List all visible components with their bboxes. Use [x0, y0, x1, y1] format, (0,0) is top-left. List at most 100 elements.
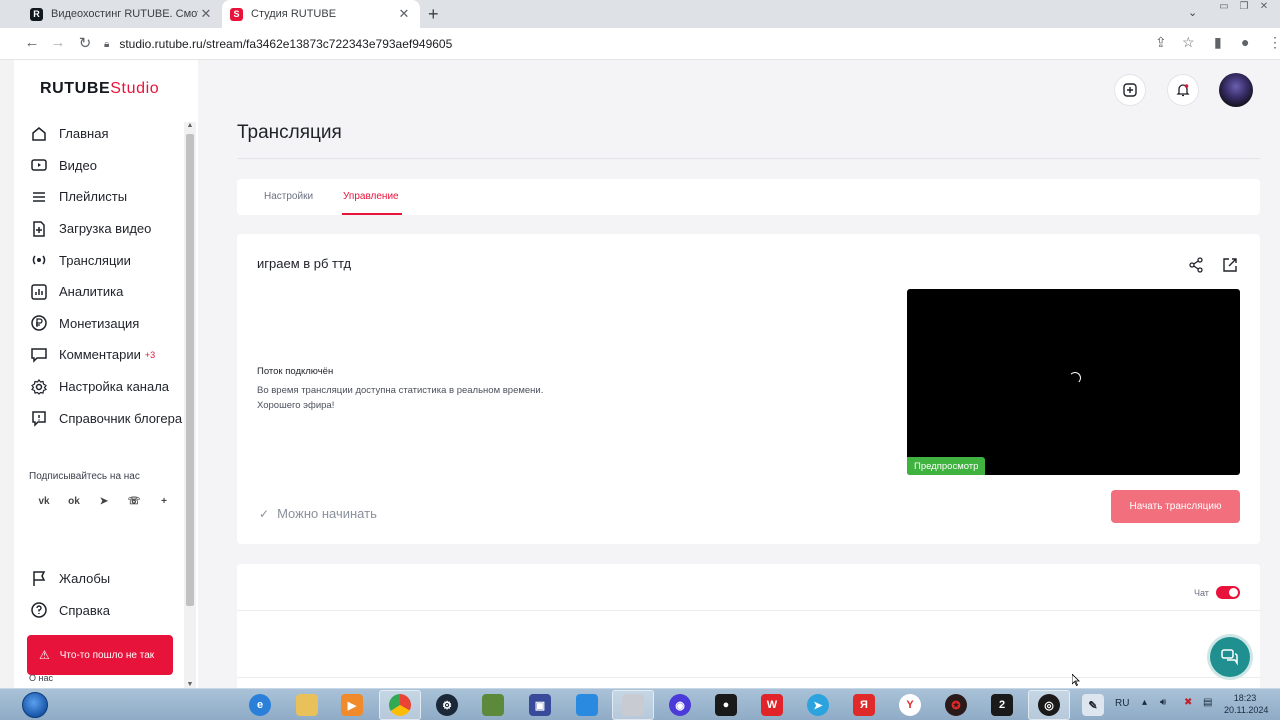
stream-title: играем в рб ттд	[257, 256, 352, 271]
side-panel-icon[interactable]: ▮	[1214, 34, 1222, 51]
bell-icon	[1176, 84, 1190, 97]
sidebar-item-monetization[interactable]: Монетизация	[30, 308, 186, 340]
sidebar-item-blogger-guide[interactable]: Справочник блогера	[30, 402, 186, 434]
minimize-icon[interactable]: ▭	[1214, 0, 1234, 14]
obs-icon[interactable]: ◎	[1038, 694, 1060, 716]
plus-square-icon	[1123, 83, 1137, 97]
back-icon[interactable]: ←	[22, 34, 42, 51]
gear-icon	[31, 378, 47, 395]
new-tab-icon[interactable]: +	[428, 4, 439, 25]
telegram-app-icon[interactable]: ➤	[807, 694, 829, 716]
sidebar-item-analytics[interactable]: Аналитика	[30, 276, 186, 308]
editor-app-icon[interactable]: ✎	[1082, 694, 1104, 716]
recorder-icon[interactable]: ●	[715, 694, 737, 716]
rutube-studio-logo[interactable]: RUTUBEStudio	[40, 80, 159, 98]
share-page-icon[interactable]: ⇪	[1155, 34, 1167, 51]
app-launcher-icon[interactable]: ▣	[529, 694, 551, 716]
bookmark-star-icon[interactable]: ☆	[1182, 34, 1195, 51]
clock[interactable]: 18:23 20.11.2024	[1224, 692, 1268, 716]
media-player-icon[interactable]: ▶	[341, 694, 363, 716]
viber-icon[interactable]: ☏	[119, 496, 149, 507]
mouse-cursor-icon	[1072, 674, 1080, 686]
sidebar-item-comments[interactable]: Комментарии +3	[30, 339, 186, 371]
divider	[237, 610, 1260, 611]
error-toast[interactable]: ⚠ Что-то пошло не так	[27, 635, 173, 675]
vk-icon[interactable]: vk	[29, 496, 59, 507]
ready-status-text: Можно начинать	[277, 506, 377, 521]
two-app-icon[interactable]: 2	[991, 694, 1013, 716]
sidebar-item-video[interactable]: Видео	[30, 150, 186, 182]
yandex-browser-icon[interactable]: Y	[899, 694, 921, 716]
forward-icon[interactable]: →	[48, 34, 68, 51]
steam-icon[interactable]: ⚙	[436, 694, 458, 716]
wps-office-icon[interactable]: W	[761, 694, 783, 716]
tab-title: Студия RUTUBE	[251, 8, 337, 20]
sidebar-item-broadcasts[interactable]: Трансляции	[30, 244, 186, 276]
close-tab-icon[interactable]: ✕	[396, 6, 412, 22]
discord-app-icon[interactable]: ◉	[669, 694, 691, 716]
comment-icon	[31, 348, 47, 363]
notifications-button[interactable]	[1167, 74, 1199, 106]
tray-app-icon[interactable]: ▤	[1203, 697, 1212, 708]
sidebar-scrollbar[interactable]: ▲ ▼	[184, 122, 196, 688]
sidebar: RUTUBEStudio Главная Видео Плейлисты Заг…	[14, 60, 198, 688]
tray-expand-icon[interactable]: ▴	[1142, 697, 1147, 708]
scrollbar-thumb[interactable]	[186, 134, 194, 606]
help-icon	[31, 602, 47, 619]
ok-icon[interactable]: ok	[59, 496, 89, 507]
start-broadcast-button[interactable]: Начать трансляцию	[1111, 490, 1240, 523]
window-edge	[0, 60, 14, 688]
sidebar-item-upload[interactable]: Загрузка видео	[30, 213, 186, 245]
chrome-icon[interactable]	[389, 694, 411, 716]
loading-spinner-icon	[1069, 372, 1081, 384]
restore-icon[interactable]: ❐	[1234, 0, 1254, 14]
profile-icon[interactable]: ●	[1241, 34, 1249, 50]
browser-menu-icon[interactable]: ⋮	[1268, 34, 1280, 51]
tab-settings[interactable]: Настройки	[264, 191, 313, 202]
clock-time: 18:23	[1233, 693, 1257, 703]
upload-icon	[33, 220, 45, 237]
url-field[interactable]: 🔒︎ studio.rutube.ru/stream/fa3462e13873c…	[104, 32, 1200, 56]
sidebar-item-home[interactable]: Главная	[30, 118, 186, 150]
sidebar-item-help[interactable]: Справка	[30, 595, 186, 627]
external-link-icon[interactable]	[1221, 256, 1239, 274]
close-tab-icon[interactable]: ✕	[198, 6, 214, 22]
browser-tab-studio[interactable]: S Студия RUTUBE ✕	[222, 0, 420, 28]
ready-status: ✓ Можно начинать	[259, 506, 377, 521]
language-indicator[interactable]: RU	[1115, 698, 1129, 709]
sidebar-item-channel-settings[interactable]: Настройка канала	[30, 371, 186, 403]
stream-preview-player[interactable]: Предпросмотр	[907, 289, 1240, 475]
telegram-icon[interactable]: ➤	[89, 496, 119, 507]
avatar[interactable]	[1219, 73, 1253, 107]
game-app-icon[interactable]: ✪	[945, 694, 967, 716]
home-icon	[32, 126, 46, 141]
tab-search-chevron-icon[interactable]: ⌄	[1188, 6, 1197, 19]
chat-toggle[interactable]	[1216, 586, 1240, 599]
yandex-icon[interactable]: Я	[853, 694, 875, 716]
plus-icon[interactable]: +	[149, 496, 179, 507]
file-explorer-icon[interactable]	[296, 694, 318, 716]
sidebar-item-label: Плейлисты	[59, 189, 128, 205]
share-icon[interactable]	[1187, 256, 1205, 274]
sidebar-item-playlists[interactable]: Плейлисты	[30, 181, 186, 213]
minecraft-icon[interactable]	[482, 694, 504, 716]
network-error-icon[interactable]: ✖	[1184, 697, 1192, 708]
internet-explorer-icon[interactable]: e	[249, 694, 271, 716]
browser-tab-rutube[interactable]: R Видеохостинг RUTUBE. Смотрите ✕	[22, 0, 222, 28]
sidebar-item-label: Видео	[59, 157, 97, 173]
scroll-down-icon[interactable]: ▼	[184, 681, 196, 688]
tab-management[interactable]: Управление	[343, 191, 399, 202]
reload-icon[interactable]: ↻	[75, 34, 95, 52]
about-link[interactable]: О нас	[29, 673, 53, 683]
window-app-icon[interactable]	[622, 694, 644, 716]
sidebar-item-complaints[interactable]: Жалобы	[30, 563, 186, 595]
volume-icon[interactable]: 🔊︎	[1160, 697, 1166, 708]
scroll-up-icon[interactable]: ▲	[184, 122, 196, 129]
browser-tab-bar: R Видеохостинг RUTUBE. Смотрите ✕ S Студ…	[0, 0, 1280, 28]
chat-toggle-label: Чат	[1194, 588, 1209, 598]
close-window-icon[interactable]: ✕	[1254, 0, 1274, 14]
support-chat-button[interactable]	[1210, 637, 1250, 677]
add-content-button[interactable]	[1114, 74, 1146, 106]
windows-start-icon[interactable]	[22, 692, 48, 718]
store-icon[interactable]	[576, 694, 598, 716]
